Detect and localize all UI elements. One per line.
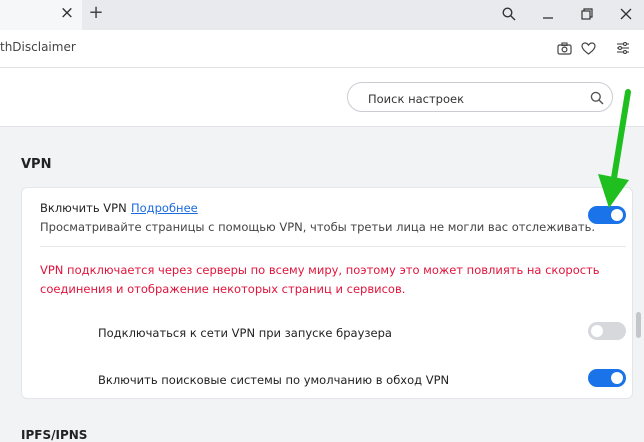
vpn-description: Просматривайте страницы с помощью VPN, ч… <box>40 220 596 234</box>
divider <box>40 246 626 247</box>
new-tab-icon[interactable]: + <box>86 3 106 23</box>
toggle-knob <box>591 325 603 337</box>
learn-more-link[interactable]: Подробнее <box>131 201 198 215</box>
close-tab-icon[interactable]: × <box>58 4 76 22</box>
restore-icon[interactable] <box>575 3 599 25</box>
url-text[interactable]: thDisclaimer <box>0 40 76 54</box>
scrollbar-thumb[interactable] <box>636 312 641 338</box>
minimize-icon[interactable] <box>536 3 560 25</box>
active-tab[interactable]: × <box>0 0 82 30</box>
connect-on-startup-label: Подключаться к сети VPN при запуске брау… <box>98 326 392 340</box>
close-window-icon[interactable] <box>614 3 638 25</box>
camera-icon[interactable] <box>555 39 573 57</box>
tab-bar: × + <box>0 0 644 30</box>
heart-icon[interactable] <box>579 39 597 57</box>
settings-header <box>0 68 644 127</box>
annotation-arrow-icon <box>598 89 631 208</box>
vpn-warning-text: VPN подключается через серверы по всему … <box>40 261 600 299</box>
settings-search-input[interactable] <box>366 89 570 109</box>
vpn-warning-line-2: соединения и отображение некоторых стран… <box>40 282 406 296</box>
connect-on-startup-toggle[interactable] <box>588 322 626 340</box>
settings-search-box[interactable] <box>347 82 613 112</box>
vpn-section-title: VPN <box>21 157 52 172</box>
address-bar: thDisclaimer <box>0 30 644 68</box>
enable-vpn-label: Включить VPN <box>40 201 127 215</box>
search-tabs-icon[interactable] <box>497 3 521 25</box>
bypass-search-engines-label: Включить поисковые системы по умолчанию … <box>98 373 450 387</box>
toggle-knob <box>611 372 623 384</box>
bypass-search-engines-toggle[interactable] <box>588 369 626 387</box>
easy-setup-icon[interactable] <box>614 39 632 57</box>
vpn-warning-line-1: VPN подключается через серверы по всему … <box>40 263 600 277</box>
